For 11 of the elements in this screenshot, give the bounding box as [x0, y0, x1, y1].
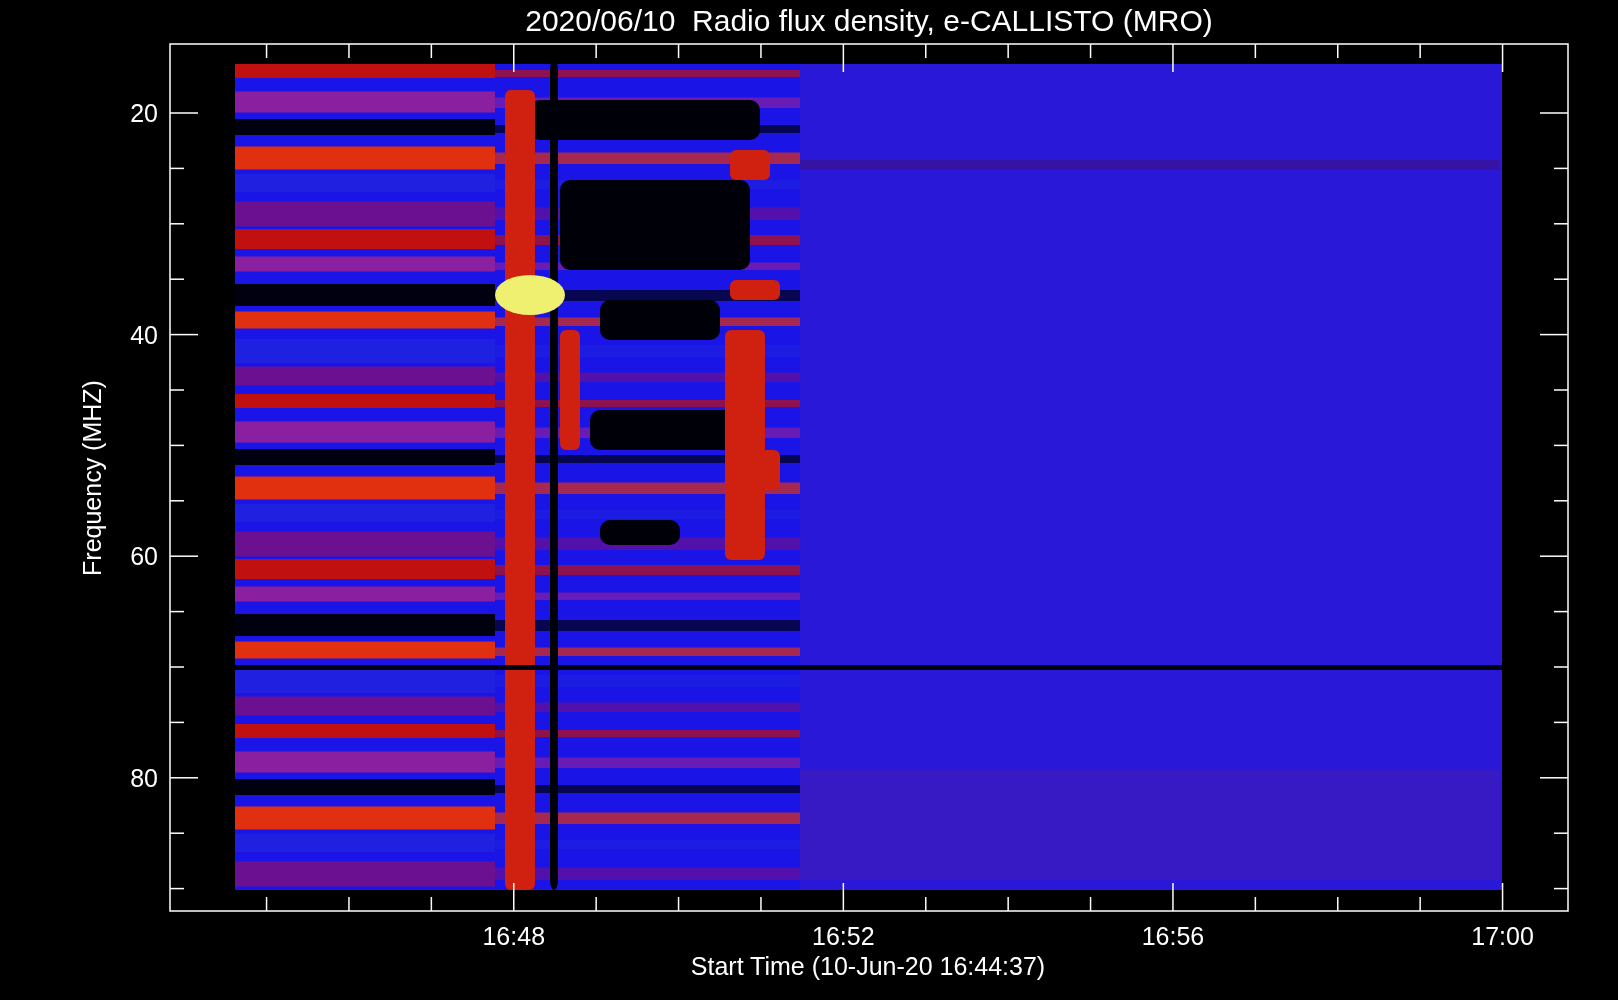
- y-tick-label: 60: [130, 542, 158, 571]
- y-axis-label: Frequency (MHZ): [78, 380, 106, 576]
- y-tick-label: 20: [130, 99, 158, 127]
- x-tick-label: 17:00: [1471, 922, 1534, 950]
- x-tick-label: 16:48: [482, 922, 546, 950]
- y-tick-label: 80: [130, 763, 158, 792]
- y-tick-label: 40: [130, 320, 158, 349]
- x-axis-label: Start Time (10-Jun-20 16:44:37): [690, 952, 1046, 980]
- plot-title: 2020/06/10 Radio flux density, e-CALLISTO (MRO): [525, 4, 1213, 37]
- x-tick-label: 16:52: [812, 922, 875, 950]
- x-tick-label: 16:56: [1141, 922, 1205, 950]
